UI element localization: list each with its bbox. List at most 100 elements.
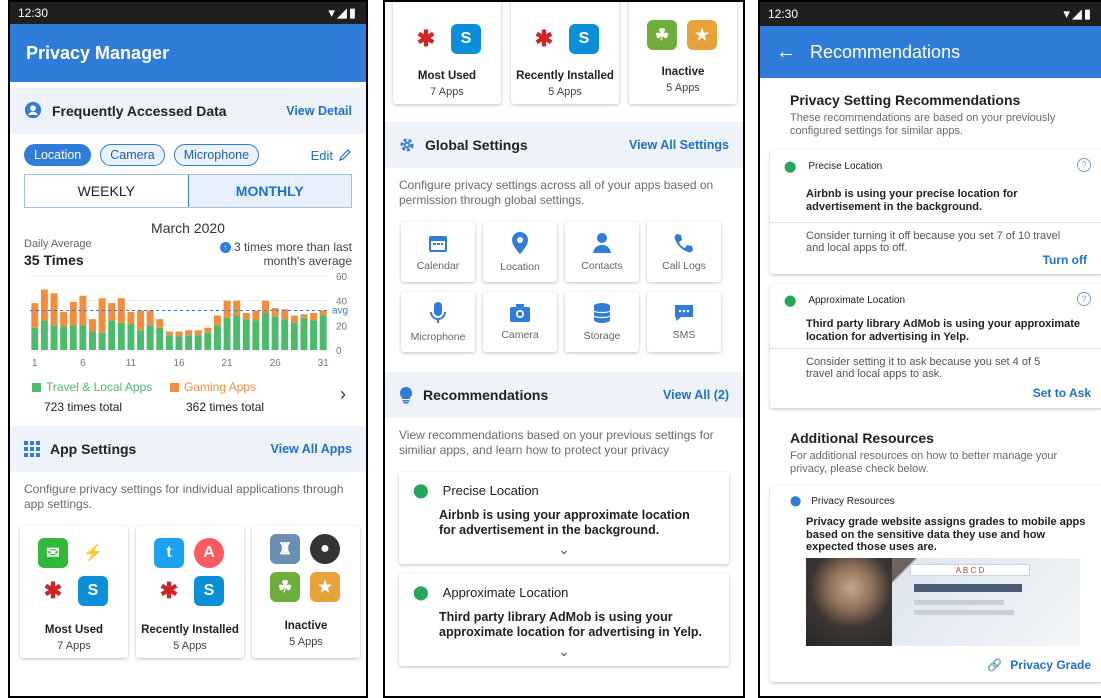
airbnb-icon: A bbox=[194, 538, 224, 568]
yelp-icon: ✱ bbox=[38, 576, 68, 606]
view-all-apps-link[interactable]: View All Apps bbox=[270, 442, 352, 456]
inactive-title: Inactive bbox=[661, 66, 705, 78]
location-pin-icon: ⬤ bbox=[784, 295, 797, 307]
subway-surfers-icon: ★ bbox=[687, 20, 717, 50]
resource-body: Privacy grade website assigns grades to … bbox=[806, 516, 1086, 553]
bar-travel bbox=[137, 330, 145, 350]
bar-gaming bbox=[194, 330, 202, 336]
recs-desc: These recommendations are based on your … bbox=[790, 112, 1056, 137]
most-used-count: 7 Apps bbox=[57, 640, 91, 652]
status-time: 12:30 bbox=[768, 7, 799, 21]
most-used-count: 7 Apps bbox=[430, 86, 464, 98]
arrow-up-icon: ↑ bbox=[219, 242, 231, 254]
back-arrow-icon[interactable]: ← bbox=[776, 41, 796, 64]
tile-location[interactable]: Location bbox=[483, 222, 557, 282]
twitter-icon: t bbox=[154, 538, 184, 568]
turn-off-button[interactable]: Turn off bbox=[1043, 253, 1087, 267]
bar-travel bbox=[262, 313, 269, 350]
most-used-card[interactable]: ✱ S Most Used 7 Apps bbox=[393, 2, 501, 104]
rec-body: Third party library AdMob is using your … bbox=[439, 610, 703, 639]
location-pin-icon: ⬤ bbox=[784, 161, 797, 173]
tile-contacts-label: Contacts bbox=[581, 260, 623, 272]
chevron-down-icon[interactable]: ⌄ bbox=[399, 541, 729, 558]
tab-weekly[interactable]: WEEKLY bbox=[25, 175, 188, 207]
usage-bar-chart: 0204060avg1 6 11 16 21 26 31 bbox=[30, 272, 348, 369]
chip-camera[interactable]: Camera bbox=[100, 144, 165, 166]
bar-travel bbox=[194, 335, 202, 350]
privacy-grade-link[interactable]: 🔗 Privacy Grade bbox=[987, 658, 1091, 672]
bar-travel bbox=[31, 327, 39, 350]
skype-icon: S bbox=[569, 24, 599, 54]
bar-gaming bbox=[31, 303, 39, 328]
plants-zombies-icon: ☘ bbox=[647, 20, 677, 50]
recently-installed-card[interactable]: t A ✱ S Recently Installed 5 Apps bbox=[136, 526, 244, 658]
skype-icon: S bbox=[78, 576, 108, 606]
recently-installed-count: 5 Apps bbox=[173, 640, 207, 652]
grade-scale: A B C D bbox=[910, 564, 1030, 576]
recommendations-title: Recommendations bbox=[423, 387, 549, 403]
account-icon bbox=[24, 101, 42, 122]
bar-travel bbox=[79, 325, 87, 350]
bar-travel bbox=[127, 324, 135, 350]
inactive-card[interactable]: ♜ ● ☘ ★ Inactive 5 Apps bbox=[252, 526, 360, 658]
resources-desc: For additional resources on how to bette… bbox=[790, 450, 1058, 475]
rec-card-precise[interactable]: ⬤ Precise Location Airbnb is using your … bbox=[399, 472, 729, 564]
most-used-title: Most Used bbox=[44, 624, 104, 636]
help-icon[interactable]: ? bbox=[1077, 158, 1091, 172]
tile-calendar-label: Calendar bbox=[416, 260, 460, 272]
tile-calendar[interactable]: Calendar bbox=[401, 222, 475, 282]
freq-data-header: Frequently Accessed Data View Detail bbox=[10, 88, 366, 134]
travel-total: 723 times total bbox=[44, 400, 123, 414]
tile-contacts[interactable]: Contacts bbox=[565, 222, 639, 282]
app-settings-desc: Configure privacy settings for individua… bbox=[24, 482, 344, 511]
tile-microphone[interactable]: Microphone bbox=[401, 292, 475, 352]
most-used-card[interactable]: ✉ ⚡ ✱ S Most Used 7 Apps bbox=[20, 526, 128, 658]
edit-button[interactable]: Edit bbox=[311, 148, 352, 163]
view-all-recs-link[interactable]: View All (2) bbox=[663, 388, 729, 402]
status-bar: 12:30 ▾◢▮ bbox=[760, 2, 1101, 26]
bar-travel bbox=[165, 335, 173, 350]
rec-body: Airbnb is using your approximate locatio… bbox=[439, 508, 690, 537]
tile-call-logs[interactable]: Call Logs bbox=[647, 222, 721, 282]
bar-gaming bbox=[204, 327, 212, 333]
bar-travel bbox=[69, 325, 77, 350]
app-settings-header: App Settings View All Apps bbox=[10, 426, 366, 472]
tile-storage[interactable]: Storage bbox=[565, 292, 639, 352]
tab-monthly[interactable]: MONTHLY bbox=[187, 175, 351, 207]
bar-gaming bbox=[319, 310, 327, 316]
database-icon bbox=[593, 303, 611, 323]
inactive-count: 5 Apps bbox=[289, 636, 323, 648]
tile-sms[interactable]: SMS bbox=[647, 292, 721, 352]
bar-gaming bbox=[89, 319, 96, 332]
x-tick-label: 11 bbox=[126, 358, 137, 369]
recommendations-header: Recommendations View All (2) bbox=[385, 372, 743, 418]
location-pin-icon bbox=[512, 232, 528, 254]
bar-travel bbox=[185, 335, 193, 350]
camera-app-icon: ● bbox=[310, 534, 340, 564]
bar-travel bbox=[223, 317, 231, 350]
bar-gaming bbox=[290, 315, 298, 323]
legend-gaming: Gaming Apps bbox=[170, 380, 256, 394]
page-title: Privacy Manager bbox=[26, 42, 170, 63]
chip-microphone[interactable]: Microphone bbox=[173, 144, 260, 166]
camera-icon bbox=[510, 304, 530, 322]
help-icon[interactable]: ? bbox=[1077, 292, 1091, 306]
freq-data-title: Frequently Accessed Data bbox=[52, 103, 227, 119]
chevron-right-icon[interactable]: › bbox=[340, 384, 346, 405]
inactive-card[interactable]: ☘ ★ Inactive 5 Apps bbox=[629, 2, 737, 104]
y-tick-label: 20 bbox=[336, 321, 348, 332]
bar-travel bbox=[89, 331, 96, 350]
skype-icon: S bbox=[451, 24, 481, 54]
view-detail-link[interactable]: View Detail bbox=[286, 104, 352, 118]
tile-camera[interactable]: Camera bbox=[483, 292, 557, 352]
rec-card-approximate[interactable]: ⬤ Approximate Location Third party libra… bbox=[399, 574, 729, 666]
recently-installed-card[interactable]: ✱ S Recently Installed 5 Apps bbox=[511, 2, 619, 104]
chip-location[interactable]: Location bbox=[24, 144, 92, 166]
bar-gaming bbox=[300, 314, 308, 318]
set-to-ask-button[interactable]: Set to Ask bbox=[1033, 386, 1091, 400]
view-all-settings-link[interactable]: View All Settings bbox=[629, 138, 729, 152]
chevron-down-icon[interactable]: ⌄ bbox=[399, 643, 729, 660]
bar-travel bbox=[233, 315, 241, 350]
messenger-icon: ⚡ bbox=[78, 538, 108, 568]
resources-heading: Additional Resources bbox=[790, 430, 934, 446]
